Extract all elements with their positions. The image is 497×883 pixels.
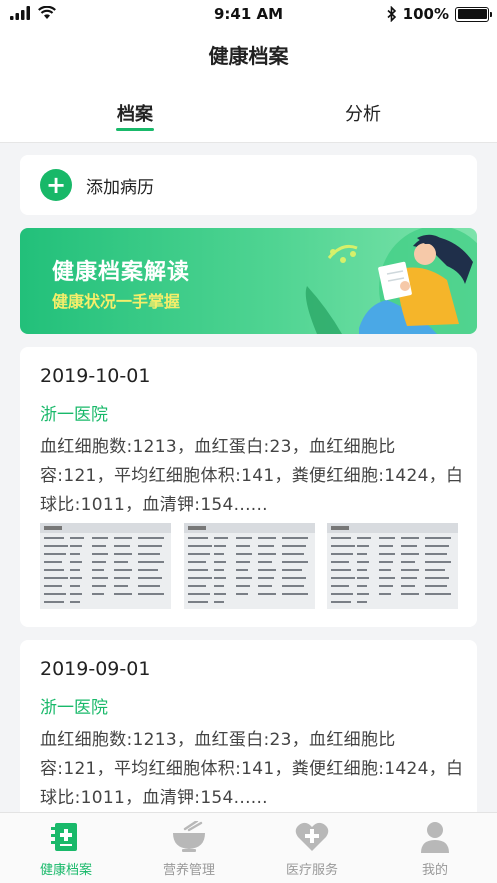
lab-report-image <box>327 523 458 609</box>
nav-profile[interactable]: 我的 <box>373 819 497 878</box>
battery-icon <box>455 6 492 22</box>
health-interpretation-banner[interactable]: 健康档案解读 健康状况一手掌握 <box>20 228 477 334</box>
record-hospital: 浙一医院 <box>40 698 108 718</box>
heart-plus-icon <box>295 822 329 851</box>
report-thumbnail[interactable] <box>327 523 458 609</box>
top-bar: 9:41 AM 100% 健康档案 档案 分析 <box>0 0 497 143</box>
nav-medical-services[interactable]: 医疗服务 <box>250 819 374 878</box>
battery-percent: 100% <box>402 5 449 23</box>
nav-nutrition[interactable]: 营养管理 <box>127 819 251 878</box>
tab-records[interactable]: 档案 <box>35 100 235 126</box>
person-icon <box>421 822 449 853</box>
record-date: 2019-10-01 <box>40 365 151 387</box>
active-tab-indicator <box>116 128 154 131</box>
tab-analysis[interactable]: 分析 <box>263 100 463 126</box>
nav-label: 医疗服务 <box>285 863 338 878</box>
nav-label: 营养管理 <box>162 863 215 878</box>
bottom-navigation: 健康档案 营养管理 医疗服务 我的 <box>0 812 497 883</box>
record-summary: 血红细胞数:1213，血红蛋白:23，血红细胞比容:121，平均红细胞体积:14… <box>40 437 464 515</box>
report-images <box>40 523 465 609</box>
woman-reading-illustration <box>305 228 477 334</box>
report-thumbnail[interactable] <box>40 523 171 609</box>
report-thumbnail[interactable] <box>184 523 315 609</box>
status-right: 100% <box>387 5 492 23</box>
add-record-label: 添加病历 <box>86 177 154 198</box>
lab-report-image <box>40 523 171 609</box>
plus-icon: + <box>40 169 72 201</box>
add-record-button[interactable]: + 添加病历 <box>20 155 477 215</box>
record-hospital: 浙一医院 <box>40 405 108 425</box>
tab-bar: 档案 分析 <box>0 92 497 142</box>
record-summary: 血红细胞数:1213，血红蛋白:23，血红细胞比容:121，平均红细胞体积:14… <box>40 730 464 808</box>
nav-label: 我的 <box>421 863 448 878</box>
nav-label: 健康档案 <box>39 863 92 878</box>
record-date: 2019-09-01 <box>40 658 151 680</box>
status-bar: 9:41 AM 100% <box>0 0 497 30</box>
record-card[interactable]: 2019-10-01 浙一医院 血红细胞数:1213，血红蛋白:23，血红细胞比… <box>20 347 477 627</box>
bluetooth-icon <box>387 6 396 22</box>
record-card[interactable]: 2019-09-01 浙一医院 血红细胞数:1213，血红蛋白:23，血红细胞比… <box>20 640 477 820</box>
health-record-icon <box>51 823 77 851</box>
page-title: 健康档案 <box>208 44 289 68</box>
banner-title: 健康档案解读 <box>52 260 191 285</box>
banner-subtitle: 健康状况一手掌握 <box>52 292 181 311</box>
bowl-icon <box>173 821 205 852</box>
nav-health-records[interactable]: 健康档案 <box>4 819 128 878</box>
lab-report-image <box>184 523 315 609</box>
